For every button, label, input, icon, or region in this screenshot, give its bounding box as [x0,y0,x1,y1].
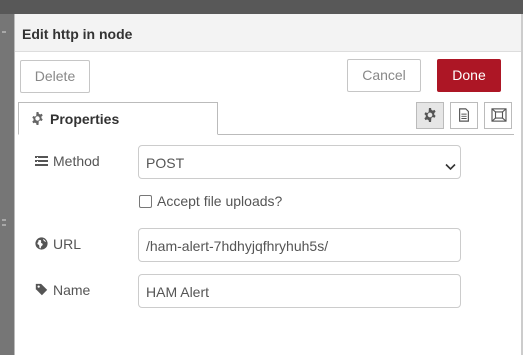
gear-icon [424,108,436,122]
url-label: URL [35,236,135,254]
frame-icon [491,108,507,122]
accept-uploads-checkbox[interactable] [139,195,152,208]
method-select[interactable]: POST [138,145,461,179]
cancel-button[interactable]: Cancel [347,59,421,92]
url-input[interactable]: /ham-alert-7hdhyjqfhryhuh5s/ [138,228,461,262]
method-select-value: POST [146,155,185,171]
node-description-button[interactable] [450,102,478,129]
url-label-text: URL [53,236,82,252]
list-icon [35,154,48,170]
method-label-text: Method [53,153,100,169]
node-properties-button[interactable] [416,102,444,129]
name-label-text: Name [53,282,91,298]
accept-uploads-label: Accept file uploads? [157,193,283,209]
globe-icon [35,237,48,253]
dialog-title: Edit http in node [22,26,133,42]
method-label: Method [35,153,135,171]
workspace-mark [2,31,6,33]
tabs-row: Properties [18,102,514,135]
tab-properties[interactable]: Properties [18,102,218,135]
name-input[interactable]: HAM Alert [138,274,461,308]
workspace-left-strip [0,14,14,355]
chevron-down-icon [445,158,456,174]
done-button[interactable]: Done [437,59,501,92]
workspace-mark [2,219,6,221]
edit-node-dialog: Edit http in node Delete Cancel Done Pro… [14,14,523,355]
delete-button[interactable]: Delete [20,60,90,93]
workspace-mark [2,224,6,226]
name-input-value: HAM Alert [146,284,210,300]
tab-properties-label: Properties [50,111,120,127]
url-input-value: /ham-alert-7hdhyjqfhryhuh5s/ [146,238,329,254]
workspace-top-strip [0,0,523,14]
node-appearance-button[interactable] [484,102,512,129]
dialog-header: Edit http in node [15,14,523,52]
name-label: Name [35,282,135,300]
tag-icon [35,283,48,299]
gear-icon [31,112,45,126]
document-icon [459,108,469,122]
